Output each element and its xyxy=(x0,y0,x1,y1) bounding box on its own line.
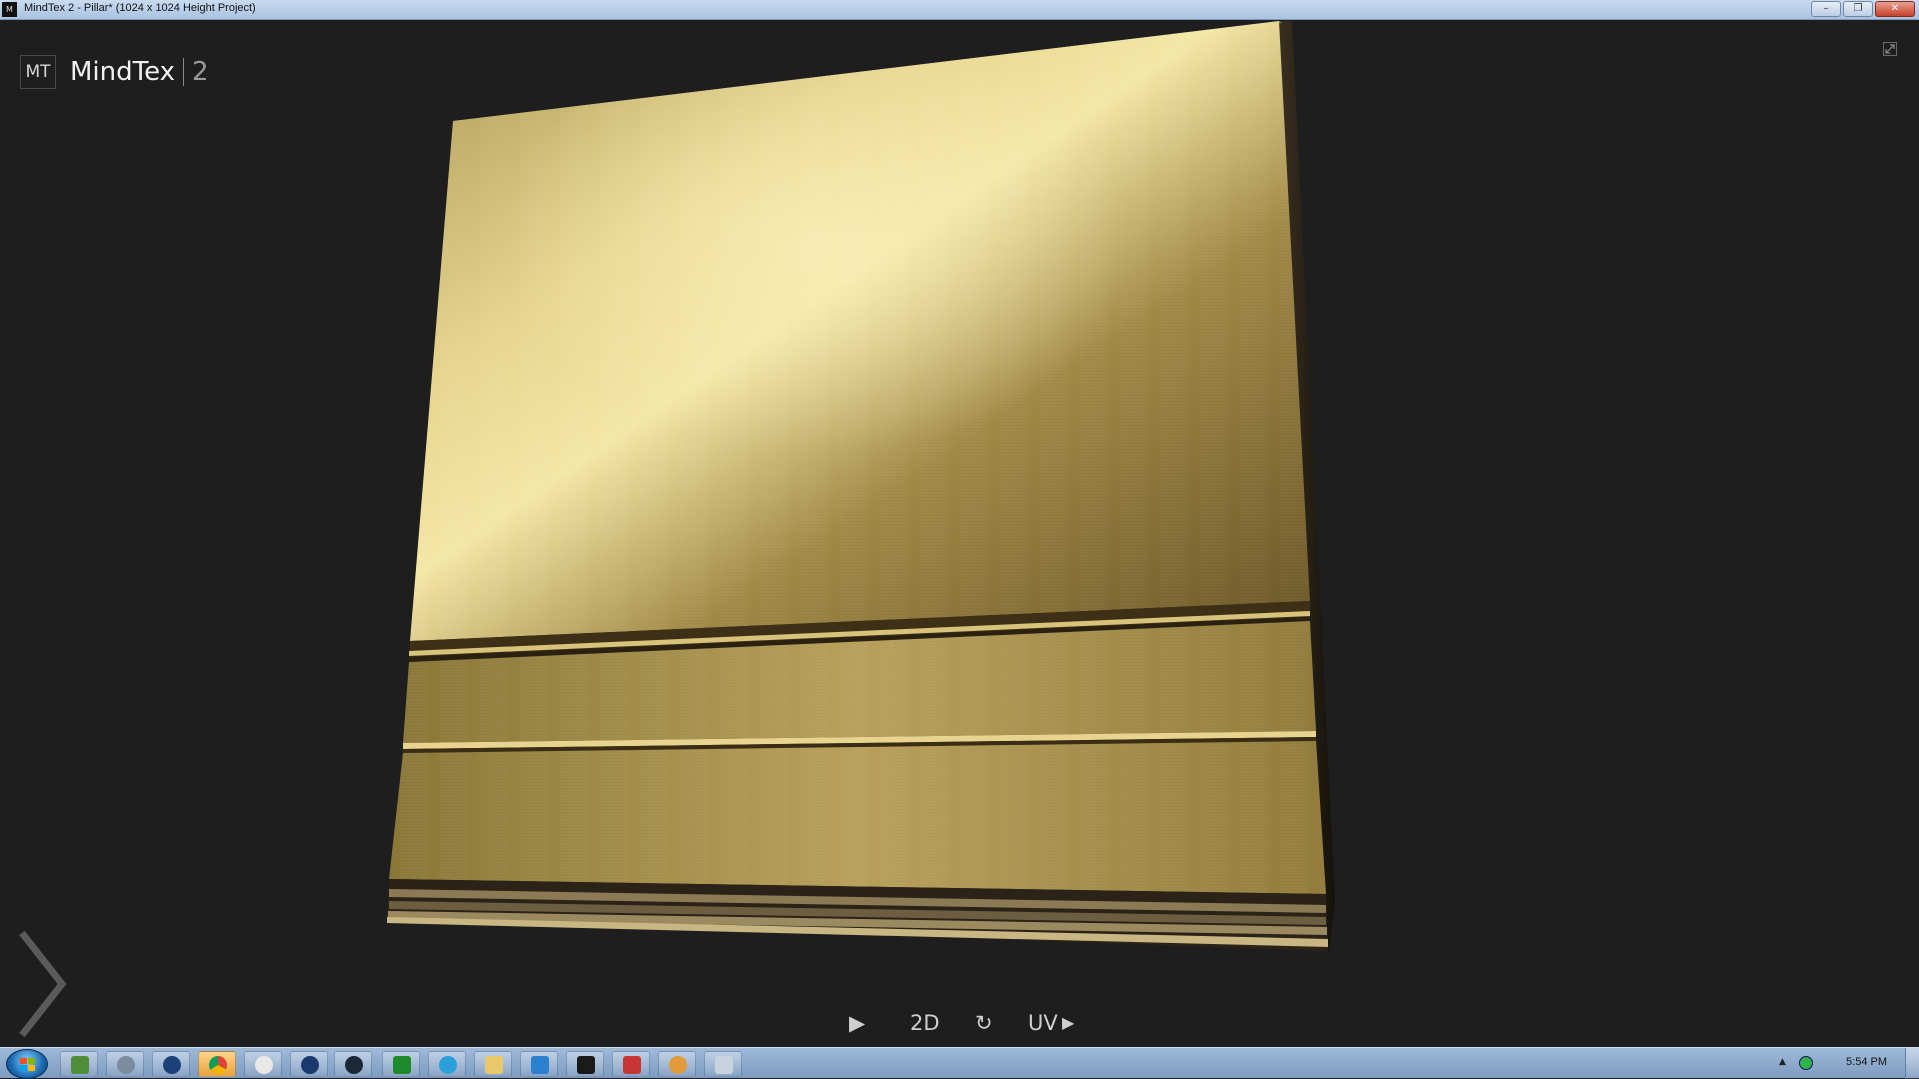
chart-app-icon xyxy=(393,1056,411,1074)
taskbar-app-paint[interactable] xyxy=(658,1051,696,1077)
close-button[interactable]: ✕ xyxy=(1875,1,1915,17)
minimize-icon: – xyxy=(1823,3,1829,14)
taskbar-app-chrome[interactable] xyxy=(198,1051,236,1077)
window-titlebar[interactable]: M MindTex 2 - Pillar* (1024 x 1024 Heigh… xyxy=(0,0,1919,20)
taskbar: ▲ 5:54 PM xyxy=(0,1047,1919,1079)
taskbar-clock[interactable]: 5:54 PM xyxy=(1846,1056,1887,1068)
taskbar-app-folder[interactable] xyxy=(474,1051,512,1077)
reset-view-icon[interactable]: ↻ xyxy=(975,1011,993,1035)
minimize-button[interactable]: – xyxy=(1811,1,1841,17)
3d-viewport[interactable]: MT MindTex 2 ▶ 2D ↻ UV ▶ xyxy=(0,21,1919,1047)
logo-name: MindTex xyxy=(70,57,176,87)
taskbar-app-globe-2[interactable] xyxy=(290,1051,328,1077)
taskbar-app-g[interactable] xyxy=(520,1051,558,1077)
system-tray: ▲ 5:54 PM xyxy=(1769,1048,1919,1079)
steam-icon xyxy=(345,1056,363,1074)
windows-explorer-green-icon xyxy=(71,1056,89,1074)
start-orb[interactable] xyxy=(6,1049,48,1079)
close-icon: ✕ xyxy=(1890,3,1900,14)
taskbar-app-explorer[interactable] xyxy=(60,1051,98,1077)
restore-button[interactable]: ❐ xyxy=(1843,1,1873,17)
taskbar-app-globe[interactable] xyxy=(152,1051,190,1077)
taskbar-app-tool[interactable] xyxy=(106,1051,144,1077)
play-button[interactable]: ▶ xyxy=(849,1011,865,1035)
restore-icon: ❐ xyxy=(1853,3,1863,14)
uv-play-icon[interactable]: ▶ xyxy=(1062,1013,1074,1032)
mindtex-task-icon xyxy=(577,1056,595,1074)
alien-icon xyxy=(255,1056,273,1074)
g-app-icon xyxy=(531,1056,549,1074)
viewport-controls: ▶ 2D ↻ UV ▶ xyxy=(0,1009,1919,1043)
logo-version: 2 xyxy=(192,57,209,87)
taskbar-app-red[interactable] xyxy=(612,1051,650,1077)
taskbar-app-alien[interactable] xyxy=(244,1051,282,1077)
mindtex-app-icon[interactable]: M xyxy=(2,2,17,17)
taskbar-app-telegram[interactable] xyxy=(428,1051,466,1077)
globe-icon xyxy=(163,1056,181,1074)
folder-icon xyxy=(485,1056,503,1074)
taskbar-app-steam[interactable] xyxy=(334,1051,372,1077)
taskbar-app-chart[interactable] xyxy=(382,1051,420,1077)
tray-expand-icon[interactable]: ▲ xyxy=(1779,1057,1786,1067)
pillar-preview-model[interactable] xyxy=(0,21,1919,1047)
mindtex-logo: MT MindTex 2 xyxy=(20,55,209,89)
fullscreen-icon[interactable] xyxy=(1883,42,1897,56)
logo-separator xyxy=(183,58,185,86)
globe-icon-2 xyxy=(301,1056,319,1074)
taskbar-app-mindtex[interactable] xyxy=(566,1051,604,1077)
logo-mark: MT xyxy=(20,55,56,89)
red-app-icon xyxy=(623,1056,641,1074)
show-desktop-button[interactable] xyxy=(1905,1048,1919,1079)
window-title: MindTex 2 - Pillar* (1024 x 1024 Height … xyxy=(24,2,256,14)
view-mode-2d-button[interactable]: 2D xyxy=(910,1011,940,1035)
chrome-icon xyxy=(209,1056,227,1074)
uv-button[interactable]: UV xyxy=(1028,1011,1058,1035)
paint-icon xyxy=(669,1056,687,1074)
telegram-icon xyxy=(439,1056,457,1074)
network-status-icon[interactable] xyxy=(1799,1056,1813,1070)
tool-icon xyxy=(117,1056,135,1074)
misc-app-icon xyxy=(715,1056,733,1074)
taskbar-app-misc[interactable] xyxy=(704,1051,742,1077)
